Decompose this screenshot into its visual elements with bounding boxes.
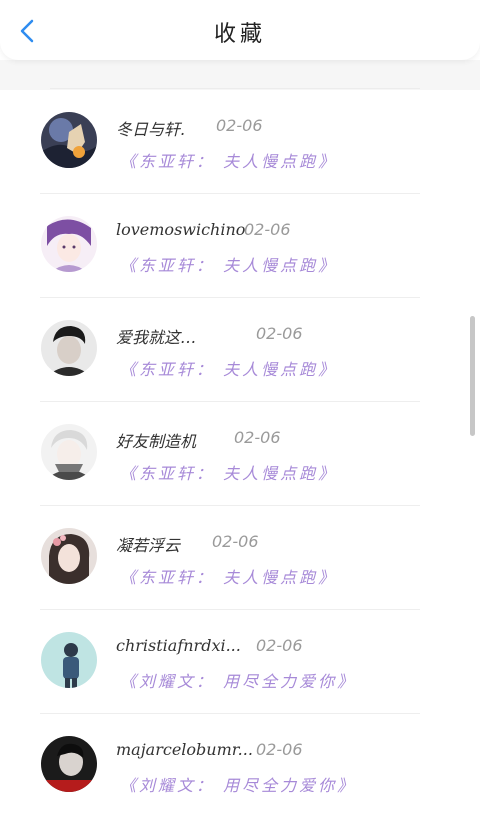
header-bar: 收藏: [0, 0, 480, 60]
list-item[interactable]: 冬日与轩. 02-06 《东亚轩： 夫人慢点跑》: [0, 90, 480, 194]
item-book-title[interactable]: 《东亚轩： 夫人慢点跑》: [120, 252, 337, 276]
avatar[interactable]: [41, 632, 97, 688]
item-book-title[interactable]: 《刘耀文： 用尽全力爱你》: [120, 772, 356, 796]
item-name: christiafnrdxi...: [116, 636, 241, 655]
item-name: 冬日与轩.: [116, 120, 186, 139]
item-date: 02-06: [244, 220, 291, 239]
list-item[interactable]: 凝若浮云 02-06 《东亚轩： 夫人慢点跑》: [0, 506, 480, 610]
item-name: 凝若浮云: [116, 536, 181, 555]
item-date: 02-06: [216, 116, 263, 135]
list-item[interactable]: christiafnrdxi... 02-06 《刘耀文： 用尽全力爱你》: [0, 610, 480, 714]
avatar[interactable]: [41, 112, 97, 168]
item-book-title[interactable]: 《刘耀文： 用尽全力爱你》: [120, 668, 356, 692]
item-date: 02-06: [256, 740, 303, 759]
item-name: 好友制造机: [116, 432, 197, 451]
item-book-title[interactable]: 《东亚轩： 夫人慢点跑》: [120, 564, 337, 588]
avatar[interactable]: [41, 320, 97, 376]
favorites-list[interactable]: 冬日与轩. 02-06 《东亚轩： 夫人慢点跑》 lovemoswichino …: [0, 60, 480, 818]
list-item[interactable]: 好友制造机 02-06 《东亚轩： 夫人慢点跑》: [0, 402, 480, 506]
list-item[interactable]: lovemoswichino 02-06 《东亚轩： 夫人慢点跑》: [0, 194, 480, 298]
item-name: majarcelobumr...: [116, 740, 253, 759]
top-spacer: [0, 60, 480, 88]
item-name: lovemoswichino: [116, 220, 246, 239]
avatar[interactable]: [41, 528, 97, 584]
list-item[interactable]: 爱我就这… 02-06 《东亚轩： 夫人慢点跑》: [0, 298, 480, 402]
list-item[interactable]: majarcelobumr... 02-06 《刘耀文： 用尽全力爱你》: [0, 714, 480, 818]
item-date: 02-06: [212, 532, 259, 551]
item-date: 02-06: [234, 428, 281, 447]
scrollbar[interactable]: [470, 316, 475, 436]
item-book-title[interactable]: 《东亚轩： 夫人慢点跑》: [120, 460, 337, 484]
item-book-title[interactable]: 《东亚轩： 夫人慢点跑》: [120, 148, 337, 172]
item-book-title[interactable]: 《东亚轩： 夫人慢点跑》: [120, 356, 337, 380]
avatar[interactable]: [41, 424, 97, 480]
divider: [50, 88, 420, 89]
item-date: 02-06: [256, 636, 303, 655]
item-name: 爱我就这…: [116, 328, 197, 347]
avatar[interactable]: [41, 736, 97, 792]
avatar[interactable]: [41, 216, 97, 272]
item-date: 02-06: [256, 324, 303, 343]
page-title: 收藏: [213, 22, 266, 47]
